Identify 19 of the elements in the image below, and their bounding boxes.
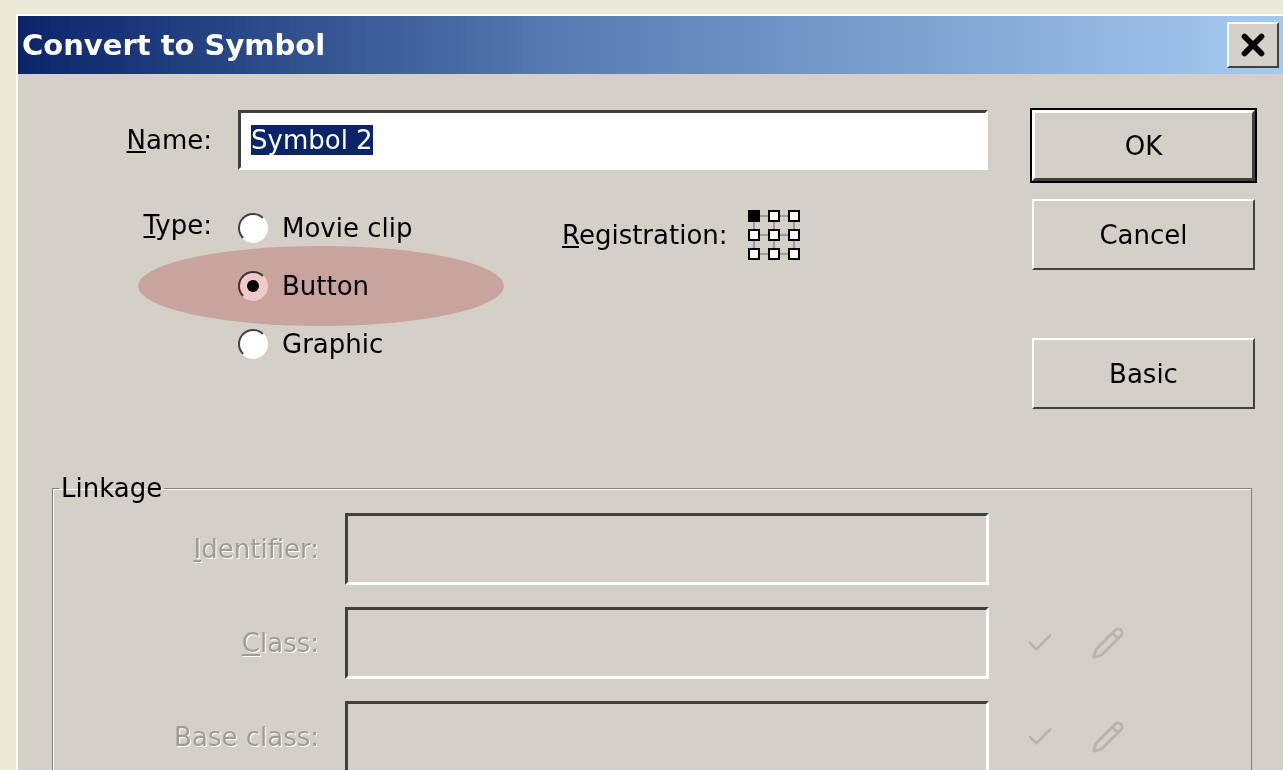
name-field[interactable]: Symbol 2: [238, 110, 988, 170]
text-field[interactable]: [345, 607, 989, 679]
registration-grid-icon[interactable]: [747, 210, 800, 260]
radio-label: Movie clip: [282, 213, 413, 243]
text-field[interactable]: [345, 701, 989, 770]
type-label: Type:: [143, 210, 212, 240]
basic-button[interactable]: Basic: [1032, 338, 1255, 409]
registration-label: Registration:: [562, 220, 728, 250]
radio-label: Graphic: [282, 329, 384, 359]
ok-button[interactable]: OK: [1032, 110, 1255, 181]
radio-button[interactable]: [238, 213, 268, 243]
group-title: Linkage: [60, 473, 164, 503]
window-title: Convert to Symbol: [22, 28, 326, 62]
name-label: Name:: [126, 125, 212, 155]
cancel-button[interactable]: Cancel: [1032, 199, 1255, 270]
radio-button[interactable]: [238, 271, 268, 301]
radio-label: Button: [282, 271, 370, 301]
radio-button[interactable]: [238, 329, 268, 359]
close-button[interactable]: [1227, 22, 1279, 68]
